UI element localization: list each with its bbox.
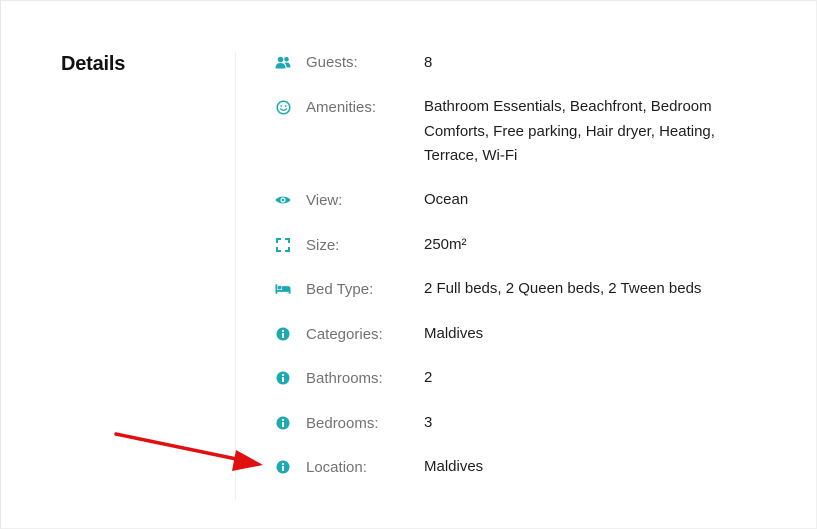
annotation-arrow — [114, 432, 263, 471]
